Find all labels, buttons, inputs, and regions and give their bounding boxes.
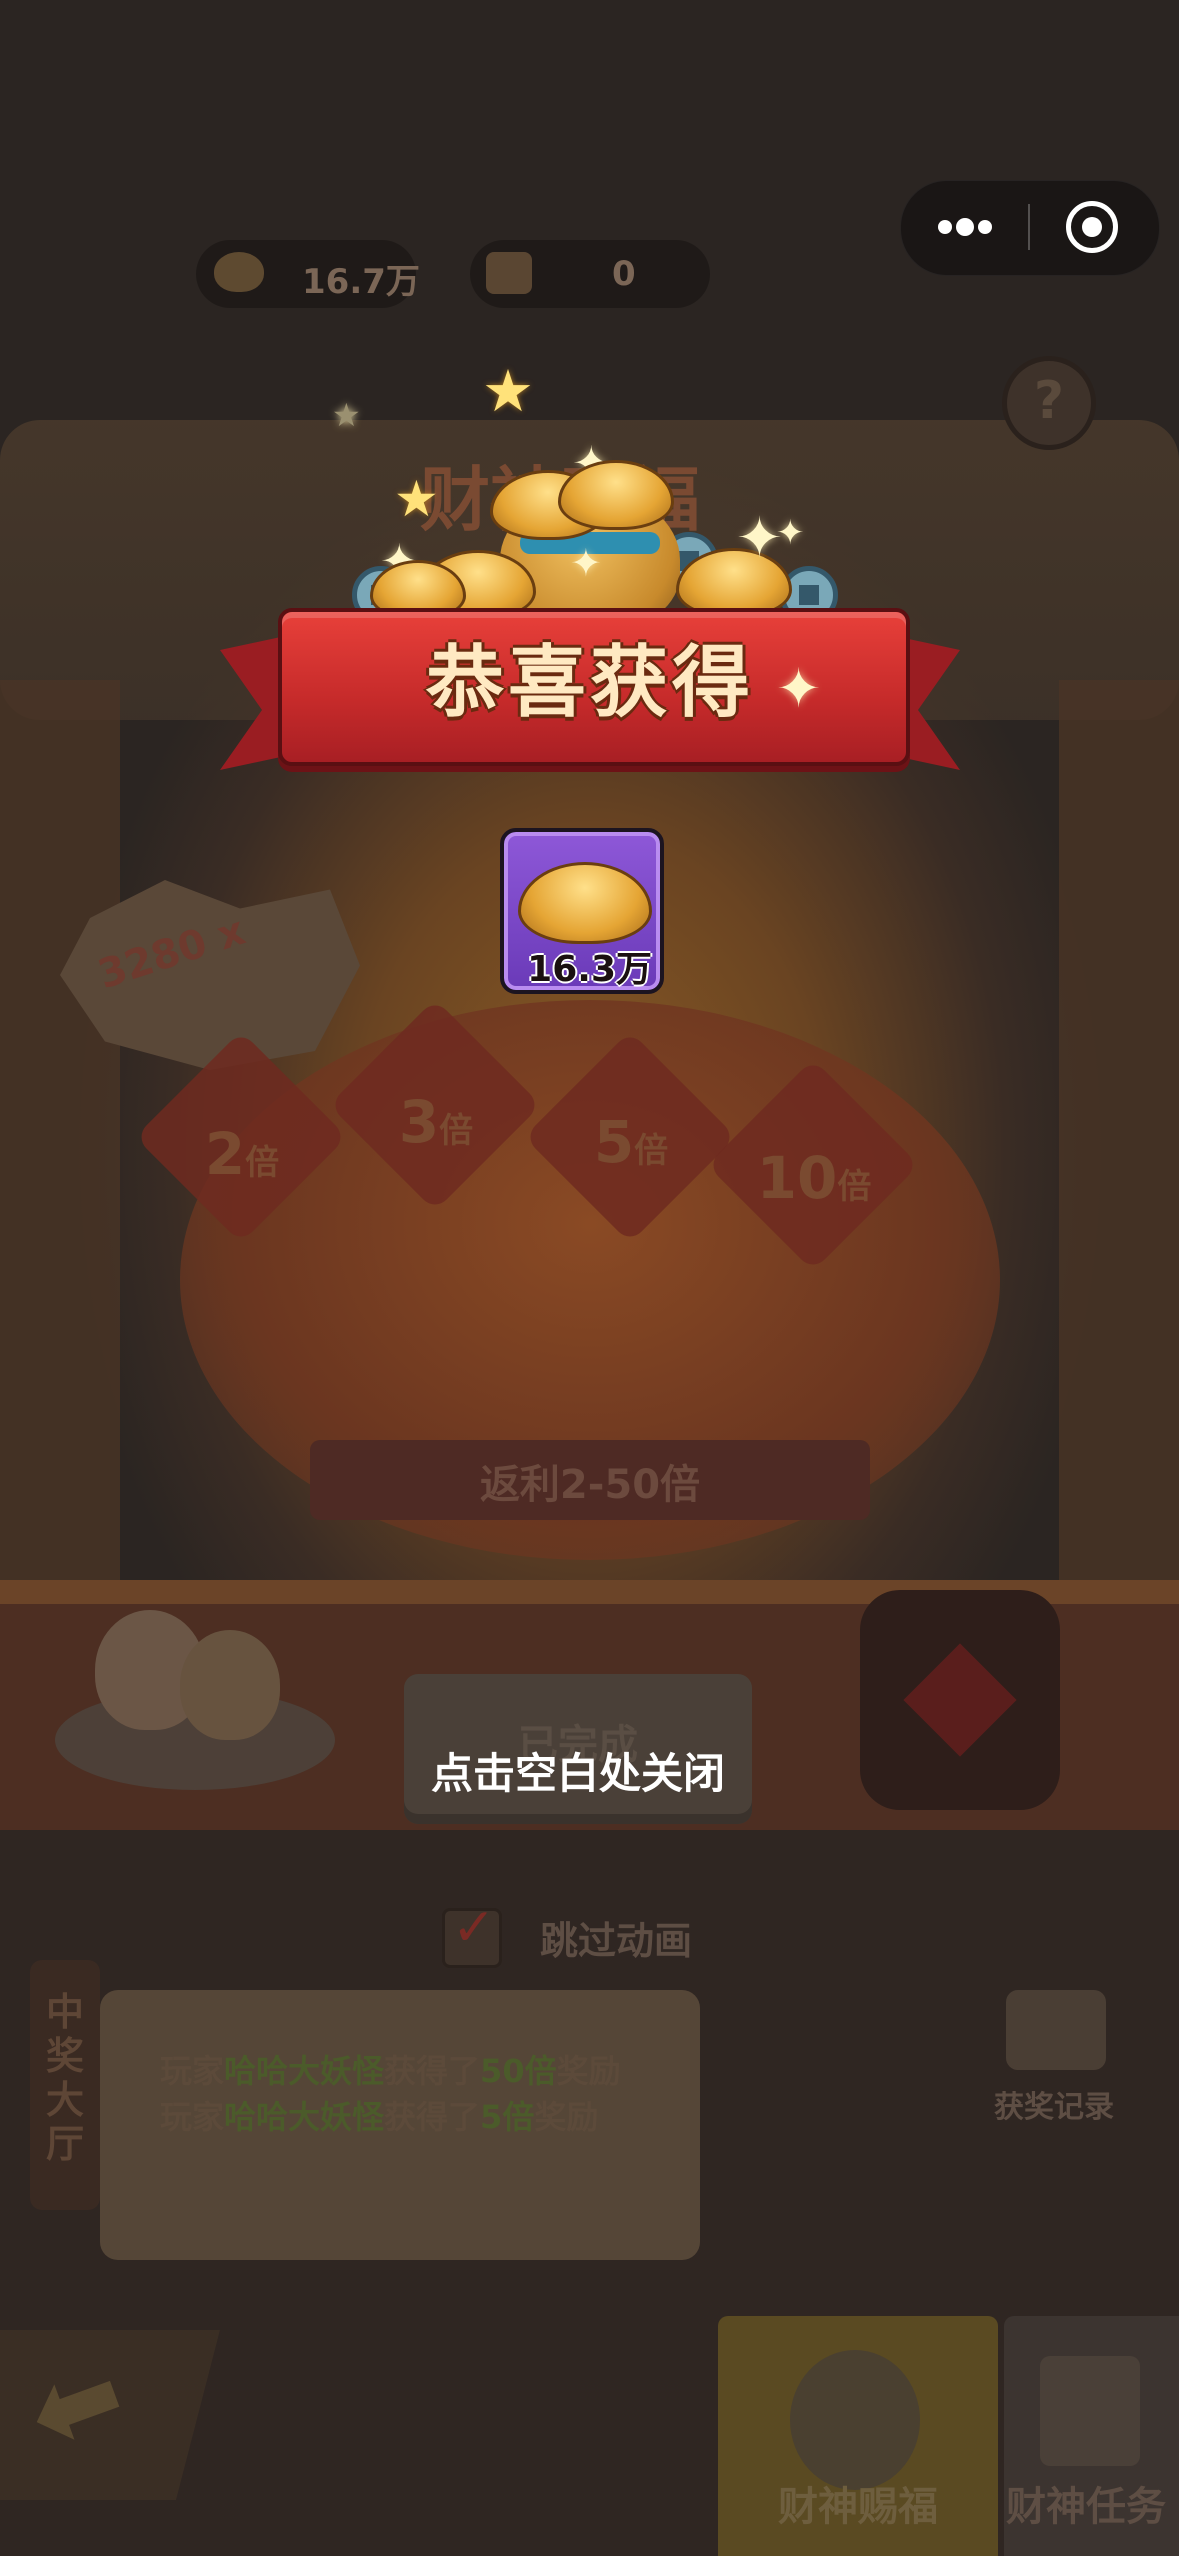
announcement-line: 玩家哈哈大妖怪获得了50倍奖励 <box>160 2052 621 2090</box>
pillar-left <box>0 680 120 1600</box>
sparkle-icon: ✦ <box>776 657 822 720</box>
gift-icon <box>486 252 532 294</box>
multiplier-10x-label: 10倍 <box>756 1144 872 1212</box>
records-label[interactable]: 获奖记录 <box>994 2082 1114 2126</box>
help-icon[interactable]: ? <box>1002 356 1096 450</box>
rebate-text: 返利2-50倍 <box>479 1462 701 1508</box>
reward-amount: 16.3万 <box>527 949 652 990</box>
multiplier-2x-label: 2倍 <box>204 1120 280 1188</box>
multiplier-5x-label: 5倍 <box>593 1108 669 1176</box>
sparkle-icon: ✦ <box>736 506 783 571</box>
more-dots-icon <box>938 220 952 234</box>
check-icon: ✓ <box>452 1898 496 1958</box>
sparkle-icon: ★ <box>332 396 361 434</box>
close-hint[interactable]: 点击空白处关闭 <box>404 1740 752 1801</box>
star-icon: ★ <box>482 357 534 425</box>
tab-caishen-tasks-label: 财神任务 <box>1006 2484 1166 2530</box>
peach-bun <box>180 1630 280 1740</box>
records-icon[interactable] <box>1006 1990 1106 2070</box>
gold-amount: 16.7万 <box>302 262 420 302</box>
pillar-right <box>1059 680 1179 1600</box>
star-icon: ★ <box>394 470 439 528</box>
announcement-line: 玩家哈哈大妖怪获得了5倍奖励 <box>160 2098 599 2136</box>
tab-caishen-blessing-label: 财神赐福 <box>778 2484 938 2530</box>
target-close-icon-core <box>1082 217 1102 237</box>
skip-animation-label: 跳过动画 <box>540 1919 693 1963</box>
winning-hall-label: 中奖大厅 <box>30 1960 100 2210</box>
task-scroll-icon <box>1040 2356 1140 2466</box>
sparkle-icon: ✦ <box>570 541 602 585</box>
gift-amount: 0 <box>612 254 636 294</box>
more-dots-icon <box>956 218 974 236</box>
gold-ingot-icon <box>214 252 264 292</box>
more-dots-icon <box>978 220 992 234</box>
multiplier-3x-label: 3倍 <box>398 1088 474 1156</box>
capsule-divider <box>1028 204 1030 250</box>
caishen-avatar-icon <box>790 2350 920 2490</box>
